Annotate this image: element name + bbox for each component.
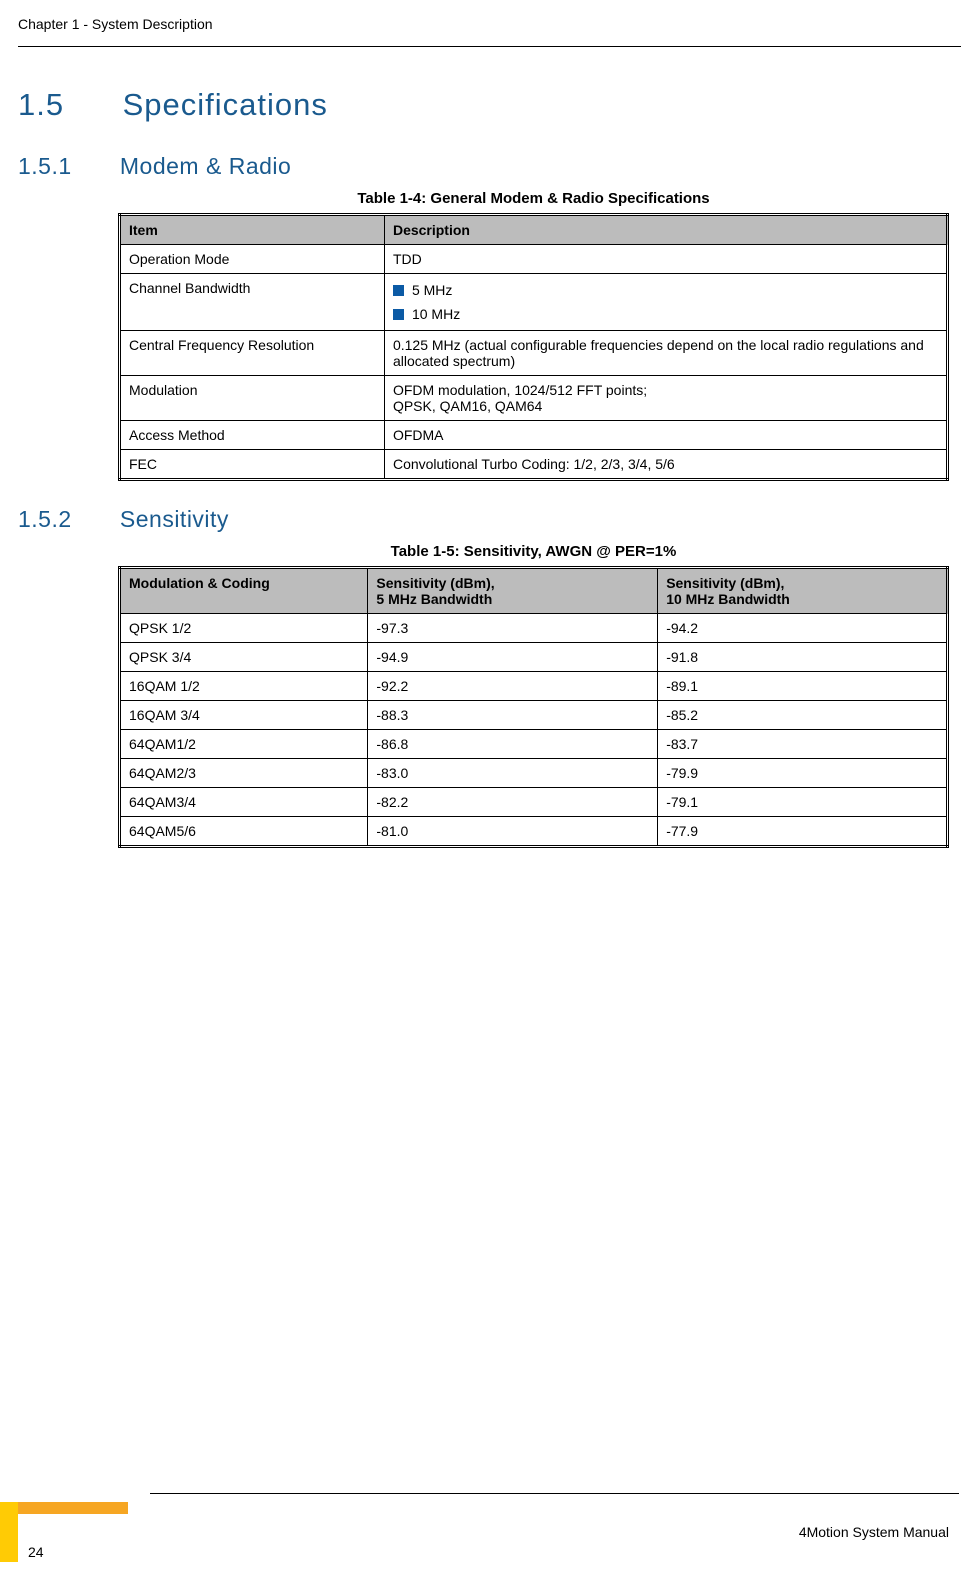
- bullet-list: 5 MHz 10 MHz: [393, 282, 938, 322]
- table-cell: -91.8: [658, 643, 948, 672]
- table-row: Central Frequency Resolution 0.125 MHz (…: [120, 331, 948, 376]
- table-row: FEC Convolutional Turbo Coding: 1/2, 2/3…: [120, 450, 948, 480]
- table-caption: Table 1-5: Sensitivity, AWGN @ PER=1%: [118, 543, 949, 560]
- manual-name: 4Motion System Manual: [799, 1524, 949, 1540]
- header-line: Sensitivity (dBm),: [376, 575, 649, 591]
- table-cell: 0.125 MHz (actual configurable frequenci…: [384, 331, 947, 376]
- table-row: Modulation OFDM modulation, 1024/512 FFT…: [120, 376, 948, 421]
- table-cell: 16QAM 3/4: [120, 701, 368, 730]
- table-cell: -83.7: [658, 730, 948, 759]
- table-row: 64QAM5/6-81.0-77.9: [120, 817, 948, 847]
- section-number: 1.5: [18, 87, 113, 123]
- subsection-heading: 1.5.1 Modem & Radio: [18, 153, 949, 180]
- list-item: 10 MHz: [393, 306, 938, 322]
- table-cell: -94.2: [658, 614, 948, 643]
- table-cell: 64QAM3/4: [120, 788, 368, 817]
- table-cell: Central Frequency Resolution: [120, 331, 385, 376]
- list-text: 10 MHz: [412, 306, 460, 322]
- table-caption: Table 1-4: General Modem & Radio Specifi…: [118, 190, 949, 207]
- table-row: QPSK 3/4-94.9-91.8: [120, 643, 948, 672]
- yellow-bar-icon: [0, 1502, 18, 1562]
- table-cell: -97.3: [368, 614, 658, 643]
- table-cell: -79.9: [658, 759, 948, 788]
- table-header: Modulation & Coding: [120, 568, 368, 614]
- table-row: QPSK 1/2-97.3-94.2: [120, 614, 948, 643]
- table-row: 64QAM1/2-86.8-83.7: [120, 730, 948, 759]
- table-row: 64QAM3/4-82.2-79.1: [120, 788, 948, 817]
- table-row: 64QAM2/3-83.0-79.9: [120, 759, 948, 788]
- square-bullet-icon: [393, 285, 404, 296]
- section-heading: 1.5 Specifications: [18, 87, 949, 123]
- table-header: Description: [384, 215, 947, 245]
- table-cell: -88.3: [368, 701, 658, 730]
- table-cell: -82.2: [368, 788, 658, 817]
- footer-row: 24 4Motion System Manual: [0, 1494, 979, 1586]
- table-cell: Modulation: [120, 376, 385, 421]
- table-header: Sensitivity (dBm), 5 MHz Bandwidth: [368, 568, 658, 614]
- table-cell: 16QAM 1/2: [120, 672, 368, 701]
- list-text: 5 MHz: [412, 282, 452, 298]
- chapter-title: Chapter 1 - System Description: [18, 16, 949, 32]
- table-cell: FEC: [120, 450, 385, 480]
- table-cell: 64QAM1/2: [120, 730, 368, 759]
- table-cell: -92.2: [368, 672, 658, 701]
- table-cell: QPSK 3/4: [120, 643, 368, 672]
- list-item: 5 MHz: [393, 282, 938, 298]
- page-header: Chapter 1 - System Description: [0, 0, 979, 40]
- table-cell: -86.8: [368, 730, 658, 759]
- header-line: 10 MHz Bandwidth: [666, 591, 938, 607]
- main-content: 1.5 Specifications 1.5.1 Modem & Radio T…: [0, 87, 979, 848]
- table-cell: -81.0: [368, 817, 658, 847]
- cell-line: QPSK, QAM16, QAM64: [393, 398, 938, 414]
- table-cell: 64QAM2/3: [120, 759, 368, 788]
- table-row: 16QAM 3/4-88.3-85.2: [120, 701, 948, 730]
- table-row: Access Method OFDMA: [120, 421, 948, 450]
- table-cell: -83.0: [368, 759, 658, 788]
- header-line: Sensitivity (dBm),: [666, 575, 938, 591]
- subsection-number: 1.5.2: [18, 506, 113, 533]
- table-cell: Operation Mode: [120, 245, 385, 274]
- header-line: 5 MHz Bandwidth: [376, 591, 649, 607]
- table-header: Sensitivity (dBm), 10 MHz Bandwidth: [658, 568, 948, 614]
- table-row: 16QAM 1/2-92.2-89.1: [120, 672, 948, 701]
- table-header: Item: [120, 215, 385, 245]
- subsection-title: Sensitivity: [120, 506, 229, 532]
- table-cell: Convolutional Turbo Coding: 1/2, 2/3, 3/…: [384, 450, 947, 480]
- table-cell: -79.1: [658, 788, 948, 817]
- section-title: Specifications: [123, 87, 328, 122]
- table-cell: -94.9: [368, 643, 658, 672]
- subsection-number: 1.5.1: [18, 153, 113, 180]
- subsection-title: Modem & Radio: [120, 153, 291, 179]
- table-cell: 5 MHz 10 MHz: [384, 274, 947, 331]
- table-cell: -77.9: [658, 817, 948, 847]
- header-rule: [18, 46, 961, 47]
- table-2-wrap: Table 1-5: Sensitivity, AWGN @ PER=1% Mo…: [118, 543, 949, 848]
- table-cell: Access Method: [120, 421, 385, 450]
- cell-line: OFDM modulation, 1024/512 FFT points;: [393, 382, 938, 398]
- table-header-row: Item Description: [120, 215, 948, 245]
- table-row: Channel Bandwidth 5 MHz 10 MHz: [120, 274, 948, 331]
- page-number: 24: [28, 1544, 44, 1560]
- table-header-row: Modulation & Coding Sensitivity (dBm), 5…: [120, 568, 948, 614]
- table-cell: -89.1: [658, 672, 948, 701]
- table-row: Operation Mode TDD: [120, 245, 948, 274]
- footer-decoration: [0, 1502, 150, 1562]
- table-1-wrap: Table 1-4: General Modem & Radio Specifi…: [118, 190, 949, 481]
- page-footer: 24 4Motion System Manual: [0, 1493, 979, 1586]
- modem-radio-table: Item Description Operation Mode TDD Chan…: [118, 213, 949, 481]
- table-cell: OFDMA: [384, 421, 947, 450]
- table-cell: Channel Bandwidth: [120, 274, 385, 331]
- table-cell: QPSK 1/2: [120, 614, 368, 643]
- table-cell: OFDM modulation, 1024/512 FFT points; QP…: [384, 376, 947, 421]
- table-cell: -85.2: [658, 701, 948, 730]
- sensitivity-table: Modulation & Coding Sensitivity (dBm), 5…: [118, 566, 949, 848]
- table-cell: 64QAM5/6: [120, 817, 368, 847]
- square-bullet-icon: [393, 309, 404, 320]
- table-cell: TDD: [384, 245, 947, 274]
- subsection-heading: 1.5.2 Sensitivity: [18, 506, 949, 533]
- orange-bar-icon: [18, 1502, 128, 1514]
